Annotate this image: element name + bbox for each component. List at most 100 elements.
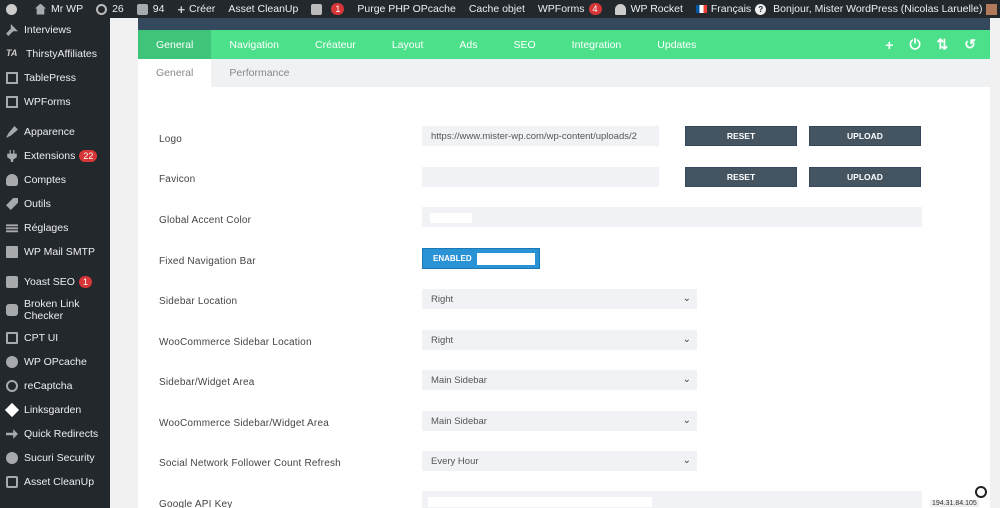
avatar: [986, 3, 998, 15]
sidebar-item-reglages[interactable]: Réglages: [0, 216, 110, 240]
sidebar-item-thirstyaffiliates[interactable]: TA ThirstyAffiliates: [0, 42, 110, 66]
sidebar-item-wp-opcache[interactable]: WP OPcache: [0, 350, 110, 374]
favicon-reset-button[interactable]: RESET: [685, 167, 797, 187]
redirect-icon: [6, 429, 18, 439]
tab-updates[interactable]: Updates: [639, 30, 714, 59]
french-flag-icon: [695, 5, 707, 13]
favicon-url-input[interactable]: [422, 167, 659, 187]
sidebar-item-comptes[interactable]: Comptes: [0, 168, 110, 192]
wp-logo-menu[interactable]: [6, 0, 29, 18]
woo-sidebar-area-label: WooCommerce Sidebar/Widget Area: [159, 418, 329, 429]
chevron-down-icon: ⌄: [682, 334, 691, 345]
yoast-badge: 1: [331, 3, 345, 15]
tab-navigation[interactable]: Navigation: [211, 30, 297, 59]
sidebar-item-wp-mail-smtp[interactable]: WP Mail SMTP: [0, 240, 110, 264]
comments-count: 94: [152, 3, 165, 15]
account-menu[interactable]: Bonjour, Mister WordPress (Nicolas Larue…: [773, 3, 998, 15]
sidebar-item-tablepress[interactable]: TablePress: [0, 66, 110, 90]
wordpress-icon: [6, 3, 17, 15]
sidebar-item-sucuri[interactable]: Sucuri Security: [0, 446, 110, 470]
sidebar-item-label: TablePress: [24, 72, 76, 84]
tab-layout[interactable]: Layout: [374, 30, 442, 59]
sidebar-item-asset-cleanup[interactable]: Asset CleanUp: [0, 470, 110, 494]
tab-integration[interactable]: Integration: [554, 30, 640, 59]
sidebar-item-recaptcha[interactable]: reCaptcha: [0, 374, 110, 398]
logo-url-input[interactable]: https://www.mister-wp.com/wp-content/upl…: [422, 126, 659, 146]
wrench-icon: [6, 198, 18, 210]
ip-address: 194.31.84.105: [930, 500, 979, 507]
tab-general[interactable]: General: [138, 30, 212, 59]
accent-color-swatch[interactable]: [430, 213, 472, 223]
sidebar-item-interviews[interactable]: Interviews: [0, 18, 110, 42]
recaptcha-icon: [6, 380, 18, 392]
sidebar-item-label: Yoast SEO: [24, 276, 75, 288]
opcache-icon: [6, 356, 18, 368]
sidebar-item-wpforms[interactable]: WPForms: [0, 90, 110, 114]
woo-sidebar-location-select[interactable]: Right ⌄: [422, 330, 697, 350]
sidebar-location-label: Sidebar Location: [159, 296, 238, 307]
user-icon: [6, 174, 18, 186]
select-value: Main Sidebar: [431, 374, 487, 386]
sidebar-item-cpt-ui[interactable]: CPT UI: [0, 326, 110, 350]
wpforms-menu[interactable]: WPForms 4: [538, 0, 609, 18]
options-panel: Logo https://www.mister-wp.com/wp-conten…: [138, 87, 990, 508]
site-name: Mr WP: [51, 3, 84, 15]
admin-sidebar: Interviews TA ThirstyAffiliates TablePres…: [0, 18, 110, 508]
sidebar-area-select[interactable]: Main Sidebar ⌄: [422, 370, 697, 390]
plus-icon: +: [177, 1, 186, 17]
google-api-label: Google API Key: [159, 499, 233, 508]
sidebar-location-select[interactable]: Right ⌄: [422, 289, 697, 309]
asset-cleanup-icon: [6, 476, 18, 488]
sidebar-item-broken-link-checker[interactable]: Broken Link Checker: [0, 294, 110, 326]
yoast-menu[interactable]: 1: [311, 0, 351, 18]
accent-color-field[interactable]: [422, 207, 922, 227]
admin-bar: Mr WP 26 94 + Créer Asset CleanUp 1 Purge…: [0, 0, 1000, 18]
tab-createur[interactable]: Créateur: [297, 30, 374, 59]
purge-opcache-menu[interactable]: Purge PHP OPcache: [357, 0, 462, 18]
purge-opcache-label: Purge PHP OPcache: [357, 3, 456, 15]
favicon-upload-button[interactable]: UPLOAD: [809, 167, 921, 187]
asset-cleanup-menu[interactable]: Asset CleanUp: [228, 0, 305, 18]
power-icon[interactable]: ⏻: [909, 36, 920, 53]
toggle-state-label: ENABLED: [433, 254, 472, 263]
form-icon: [6, 96, 18, 108]
select-value: Right: [431, 334, 454, 346]
language-label: Français: [710, 3, 752, 15]
sort-icon[interactable]: ⇅: [937, 36, 949, 53]
sidebar-item-apparence[interactable]: Apparence: [0, 120, 110, 144]
wp-rocket-menu[interactable]: WP Rocket: [614, 0, 690, 18]
mail-icon: [6, 246, 18, 258]
linksgarden-icon: [4, 402, 20, 418]
sidebar-item-quick-redirects[interactable]: Quick Redirects: [0, 422, 110, 446]
sidebar-item-linksgarden[interactable]: Linksgarden: [0, 398, 110, 422]
subtab-performance[interactable]: Performance: [211, 59, 307, 87]
woo-sidebar-location-label: WooCommerce Sidebar Location: [159, 337, 312, 348]
sidebar-item-yoast[interactable]: Yoast SEO 1: [0, 270, 110, 294]
comments-menu[interactable]: 94: [136, 0, 172, 18]
social-refresh-select[interactable]: Every Hour ⌄: [422, 451, 697, 471]
pin-icon: [6, 24, 18, 36]
settings-icon: [6, 224, 18, 233]
chevron-down-icon: ⌄: [682, 293, 691, 304]
logo-reset-button[interactable]: RESET: [685, 126, 797, 146]
add-icon[interactable]: +: [885, 37, 893, 53]
fixed-nav-toggle[interactable]: ENABLED: [422, 248, 540, 269]
updates-menu[interactable]: 26: [96, 0, 131, 18]
site-name-menu[interactable]: Mr WP: [35, 0, 90, 18]
undo-icon[interactable]: ↺: [964, 36, 976, 53]
logo-upload-button[interactable]: UPLOAD: [809, 126, 921, 146]
sidebar-item-extensions[interactable]: Extensions 22: [0, 144, 110, 168]
woo-sidebar-area-select[interactable]: Main Sidebar ⌄: [422, 411, 697, 431]
new-content-menu[interactable]: + Créer: [177, 0, 222, 18]
sidebar-item-label: Linksgarden: [24, 404, 82, 416]
language-menu[interactable]: Français?: [695, 0, 773, 18]
cache-objet-menu[interactable]: Cache objet: [469, 0, 532, 18]
chevron-down-icon: ⌄: [682, 455, 691, 466]
sidebar-item-outils[interactable]: Outils: [0, 192, 110, 216]
toggle-knob: [477, 253, 535, 265]
subtab-general[interactable]: General: [138, 59, 212, 87]
asset-cleanup-label: Asset CleanUp: [228, 3, 299, 15]
chat-icon[interactable]: [975, 486, 987, 498]
tab-ads[interactable]: Ads: [441, 30, 495, 59]
tab-seo[interactable]: SEO: [495, 30, 553, 59]
